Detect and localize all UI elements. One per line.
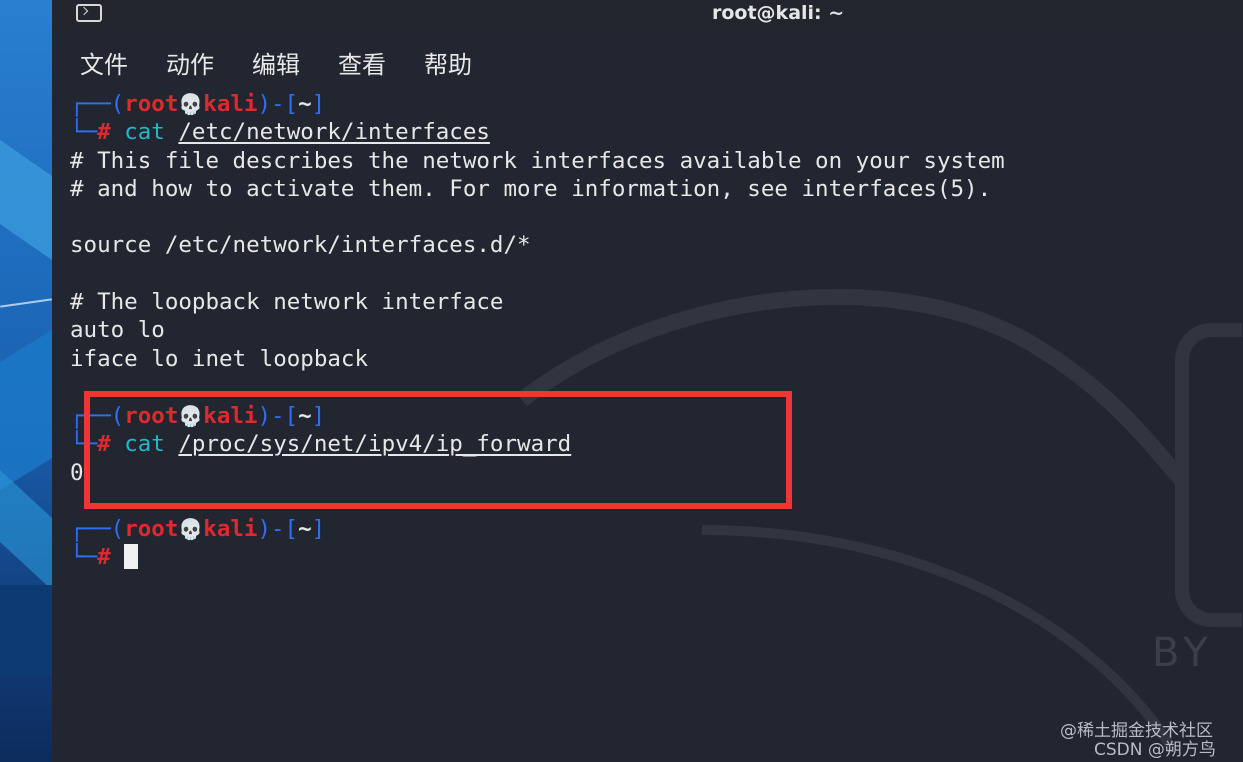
prompt-line: ┌──(root💀kali)-[~] [70, 90, 325, 118]
output-line: iface lo inet loopback [70, 346, 369, 372]
command-name: cat [124, 119, 165, 145]
output-line: # The loopback network interface [70, 289, 504, 315]
prompt-hash: # [97, 544, 111, 570]
text-cursor[interactable] [124, 544, 139, 569]
prompt-corner: └─ [70, 119, 98, 145]
output-line: 0 [70, 460, 84, 486]
input-line[interactable]: └─# [70, 543, 139, 571]
desktop-line [0, 298, 52, 308]
menu-action[interactable]: 动作 [166, 45, 214, 80]
desktop-facet [0, 140, 52, 260]
command-line: └─# cat /etc/network/interfaces [70, 118, 490, 146]
menu-edit[interactable]: 编辑 [252, 45, 300, 80]
prompt-close: )-[ [257, 91, 299, 117]
window-title: root@kali: ~ [712, 2, 845, 24]
title-bar[interactable]: root@kali: ~ [52, 0, 1243, 30]
command-arg: /etc/network/interfaces [178, 119, 490, 145]
output-line: # This file describes the network interf… [70, 148, 1005, 174]
menu-view[interactable]: 查看 [338, 45, 386, 80]
prompt-line: ┌──(root💀kali)-[~] [70, 515, 325, 543]
desktop-background [0, 0, 52, 762]
prompt-hash: # [97, 119, 111, 145]
skull-icon: 💀 [178, 92, 204, 116]
desktop-facet [0, 470, 52, 590]
prompt-open: ┌──( [70, 516, 125, 542]
skull-icon: 💀 [178, 517, 204, 541]
prompt-host: kali [203, 91, 258, 117]
desktop-facet [0, 330, 52, 490]
watermark-csdn: CSDN @朔方鸟 [1094, 740, 1216, 760]
prompt-dir: ~ [298, 91, 312, 117]
prompt-end: ] [311, 91, 326, 117]
terminal-window[interactable]: BY root@kali: ~ 文件 动作 编辑 查看 帮助 ┌──(root💀… [52, 0, 1243, 762]
prompt-user: root [124, 91, 179, 117]
prompt-open: ┌──( [70, 91, 125, 117]
highlight-box [84, 391, 792, 509]
prompt-close: )-[ [257, 516, 299, 542]
prompt-user: root [124, 516, 179, 542]
menu-file[interactable]: 文件 [80, 45, 128, 80]
prompt-end: ] [311, 516, 326, 542]
prompt-host: kali [203, 516, 258, 542]
prompt-corner: └─ [70, 544, 98, 570]
output-line: # and how to activate them. For more inf… [70, 176, 992, 202]
output-line: source /etc/network/interfaces.d/* [70, 232, 531, 258]
terminal-icon[interactable] [76, 4, 102, 22]
desktop-panel [0, 585, 52, 675]
prompt-dir: ~ [298, 516, 312, 542]
output-line: auto lo [70, 317, 165, 343]
menu-bar: 文件 动作 编辑 查看 帮助 [52, 38, 1243, 80]
menu-help[interactable]: 帮助 [424, 45, 472, 80]
